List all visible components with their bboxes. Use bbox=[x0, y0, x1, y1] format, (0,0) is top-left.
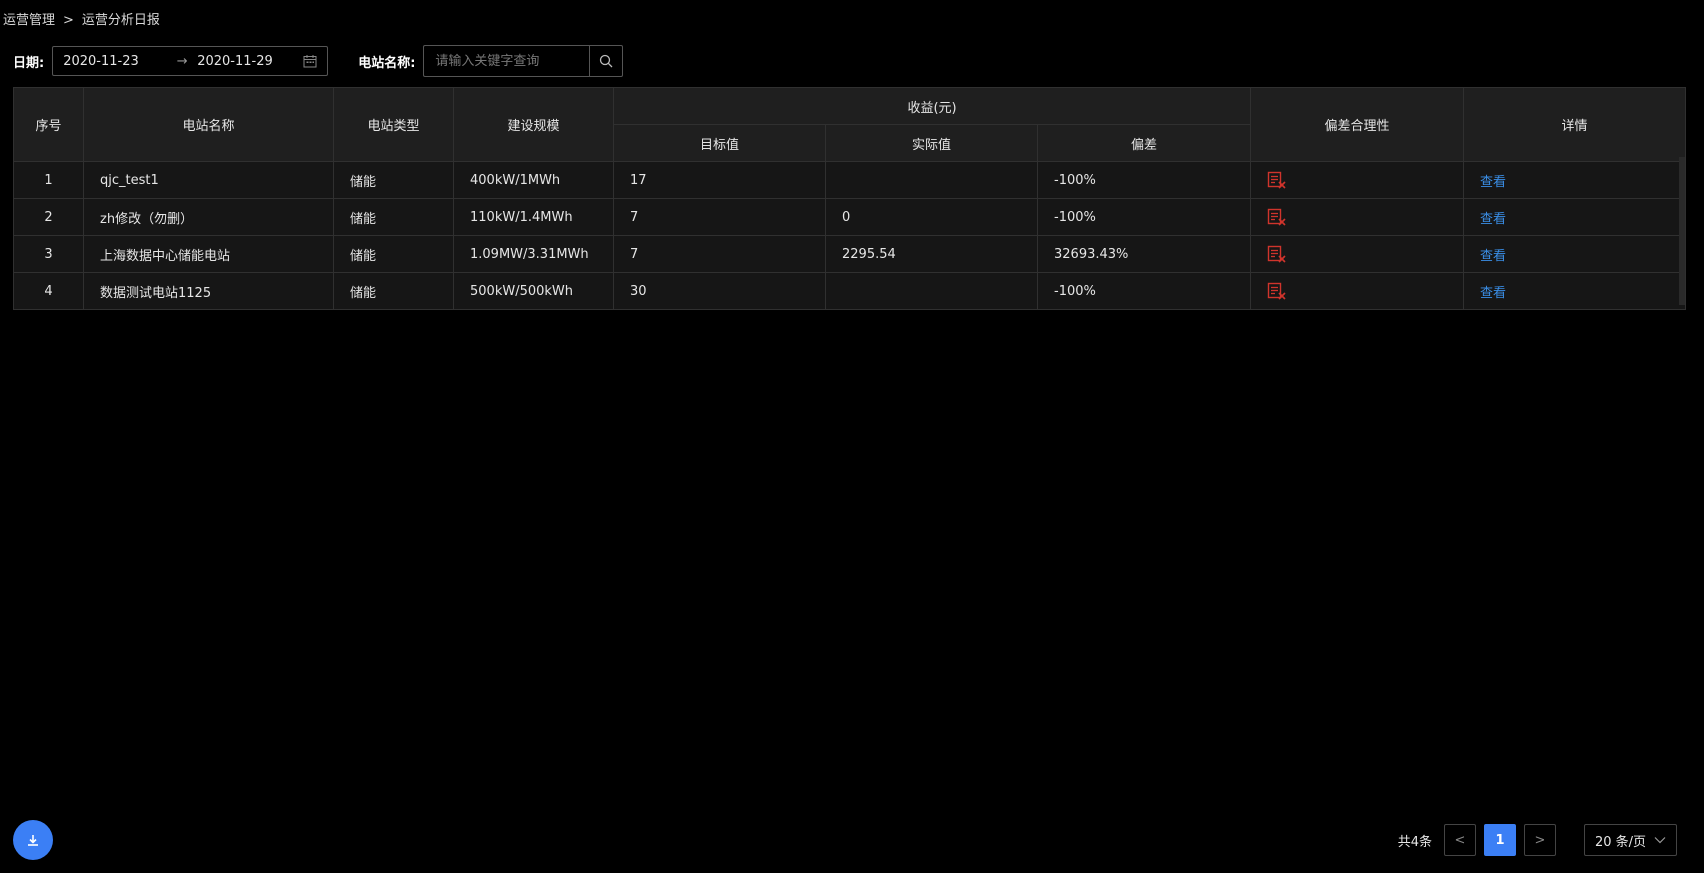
search-input[interactable] bbox=[423, 45, 590, 77]
pagination: 共4条 < 1 > 20 条/页 bbox=[1398, 824, 1677, 856]
cell-station-type: 储能 bbox=[333, 198, 454, 236]
cell-deviation: -100% bbox=[1036, 198, 1252, 236]
unreasonable-icon bbox=[1267, 171, 1287, 189]
search-icon bbox=[600, 54, 613, 68]
view-detail-link[interactable]: 查看 bbox=[1480, 175, 1506, 190]
prev-page-button[interactable]: < bbox=[1444, 824, 1476, 856]
cell-actual bbox=[825, 161, 1038, 199]
cell-station-type: 储能 bbox=[333, 235, 454, 273]
cell-index: 2 bbox=[13, 198, 84, 236]
table-row: 2 zh修改（勿删） 储能 110kW/1.4MWh 7 0 -100% 查看 bbox=[13, 198, 1687, 236]
header-reasonable: 偏差合理性 bbox=[1250, 87, 1465, 162]
table-row: 1 qjc_test1 储能 400kW/1MWh 17 -100% 查看 bbox=[13, 161, 1687, 199]
header-detail: 详情 bbox=[1463, 87, 1687, 162]
cell-deviation: 32693.43% bbox=[1036, 235, 1252, 273]
cell-index: 1 bbox=[13, 161, 84, 199]
filter-bar: 日期: 2020-11-23 → 2020-11-29 电站名称: bbox=[13, 45, 624, 77]
unreasonable-icon bbox=[1267, 208, 1287, 226]
cell-scale: 400kW/1MWh bbox=[453, 161, 614, 199]
cell-reasonable bbox=[1250, 161, 1465, 199]
view-detail-link[interactable]: 查看 bbox=[1480, 212, 1506, 227]
cell-station-name: 上海数据中心储能电站 bbox=[83, 235, 334, 273]
page-size-select[interactable]: 20 条/页 bbox=[1584, 824, 1677, 856]
station-name-label: 电站名称: bbox=[358, 55, 416, 71]
cell-scale: 1.09MW/3.31MWh bbox=[453, 235, 614, 273]
cell-target: 7 bbox=[613, 198, 826, 236]
page: 运营管理 > 运营分析日报 日期: 2020-11-23 → 2020-11-29 … bbox=[0, 0, 1704, 873]
cell-detail: 查看 bbox=[1463, 272, 1687, 310]
breadcrumb: 运营管理 > 运营分析日报 bbox=[3, 9, 160, 28]
cell-actual: 0 bbox=[825, 198, 1038, 236]
header-station-type: 电站类型 bbox=[333, 87, 454, 162]
date-range-picker[interactable]: 2020-11-23 → 2020-11-29 bbox=[52, 46, 329, 76]
cell-deviation: -100% bbox=[1036, 161, 1252, 199]
breadcrumb-current: 运营分析日报 bbox=[81, 13, 160, 28]
cell-detail: 查看 bbox=[1463, 235, 1687, 273]
breadcrumb-separator: > bbox=[63, 13, 74, 28]
cell-station-type: 储能 bbox=[333, 272, 454, 310]
table-scrollbar[interactable] bbox=[1679, 157, 1685, 305]
date-label: 日期: bbox=[13, 55, 45, 71]
chevron-left-icon: < bbox=[1454, 832, 1466, 848]
cell-deviation: -100% bbox=[1036, 272, 1252, 310]
cell-reasonable bbox=[1250, 272, 1465, 310]
report-table-container: 序号 电站名称 电站类型 建设规模 收益(元) 偏差合理性 详情 目标值 实际值… bbox=[13, 87, 1687, 310]
report-table: 序号 电站名称 电站类型 建设规模 收益(元) 偏差合理性 详情 目标值 实际值… bbox=[13, 87, 1687, 310]
cell-scale: 500kW/500kWh bbox=[453, 272, 614, 310]
cell-actual: 2295.54 bbox=[825, 235, 1038, 273]
cell-target: 17 bbox=[613, 161, 826, 199]
chevron-right-icon: > bbox=[1534, 832, 1546, 848]
cell-detail: 查看 bbox=[1463, 161, 1687, 199]
view-detail-link[interactable]: 查看 bbox=[1480, 286, 1506, 301]
cell-target: 30 bbox=[613, 272, 826, 310]
cell-detail: 查看 bbox=[1463, 198, 1687, 236]
download-button[interactable] bbox=[13, 820, 53, 860]
cell-scale: 110kW/1.4MWh bbox=[453, 198, 614, 236]
cell-target: 7 bbox=[613, 235, 826, 273]
cell-reasonable bbox=[1250, 235, 1465, 273]
start-date[interactable]: 2020-11-23 bbox=[63, 54, 167, 69]
station-search bbox=[423, 45, 624, 77]
cell-index: 3 bbox=[13, 235, 84, 273]
unreasonable-icon bbox=[1267, 282, 1287, 300]
download-icon bbox=[28, 835, 38, 846]
cell-station-name: zh修改（勿删） bbox=[83, 198, 334, 236]
chevron-down-icon bbox=[1654, 837, 1666, 844]
page-button-current[interactable]: 1 bbox=[1484, 824, 1516, 856]
table-row: 4 数据测试电站1125 储能 500kW/500kWh 30 -100% 查看 bbox=[13, 272, 1687, 310]
header-target: 目标值 bbox=[613, 124, 826, 162]
table-row: 3 上海数据中心储能电站 储能 1.09MW/3.31MWh 7 2295.54… bbox=[13, 235, 1687, 273]
range-arrow-icon: → bbox=[176, 53, 188, 69]
header-index: 序号 bbox=[13, 87, 84, 162]
cell-station-name: 数据测试电站1125 bbox=[83, 272, 334, 310]
cell-reasonable bbox=[1250, 198, 1465, 236]
end-date[interactable]: 2020-11-29 bbox=[197, 54, 301, 69]
cell-index: 4 bbox=[13, 272, 84, 310]
header-station-name: 电站名称 bbox=[83, 87, 334, 162]
page-size-value: 20 条/页 bbox=[1595, 834, 1647, 850]
breadcrumb-parent[interactable]: 运营管理 bbox=[3, 13, 55, 28]
cell-station-name: qjc_test1 bbox=[83, 161, 334, 199]
calendar-icon[interactable] bbox=[303, 54, 317, 68]
cell-actual bbox=[825, 272, 1038, 310]
header-deviation: 偏差 bbox=[1036, 124, 1252, 162]
next-page-button[interactable]: > bbox=[1524, 824, 1556, 856]
unreasonable-icon bbox=[1267, 245, 1287, 263]
search-button[interactable] bbox=[589, 45, 624, 77]
total-count: 共4条 bbox=[1397, 834, 1432, 850]
cell-station-type: 储能 bbox=[333, 161, 454, 199]
header-actual: 实际值 bbox=[825, 124, 1038, 162]
header-revenue-group: 收益(元) bbox=[612, 87, 1252, 125]
view-detail-link[interactable]: 查看 bbox=[1480, 249, 1506, 264]
header-scale: 建设规模 bbox=[453, 87, 614, 162]
